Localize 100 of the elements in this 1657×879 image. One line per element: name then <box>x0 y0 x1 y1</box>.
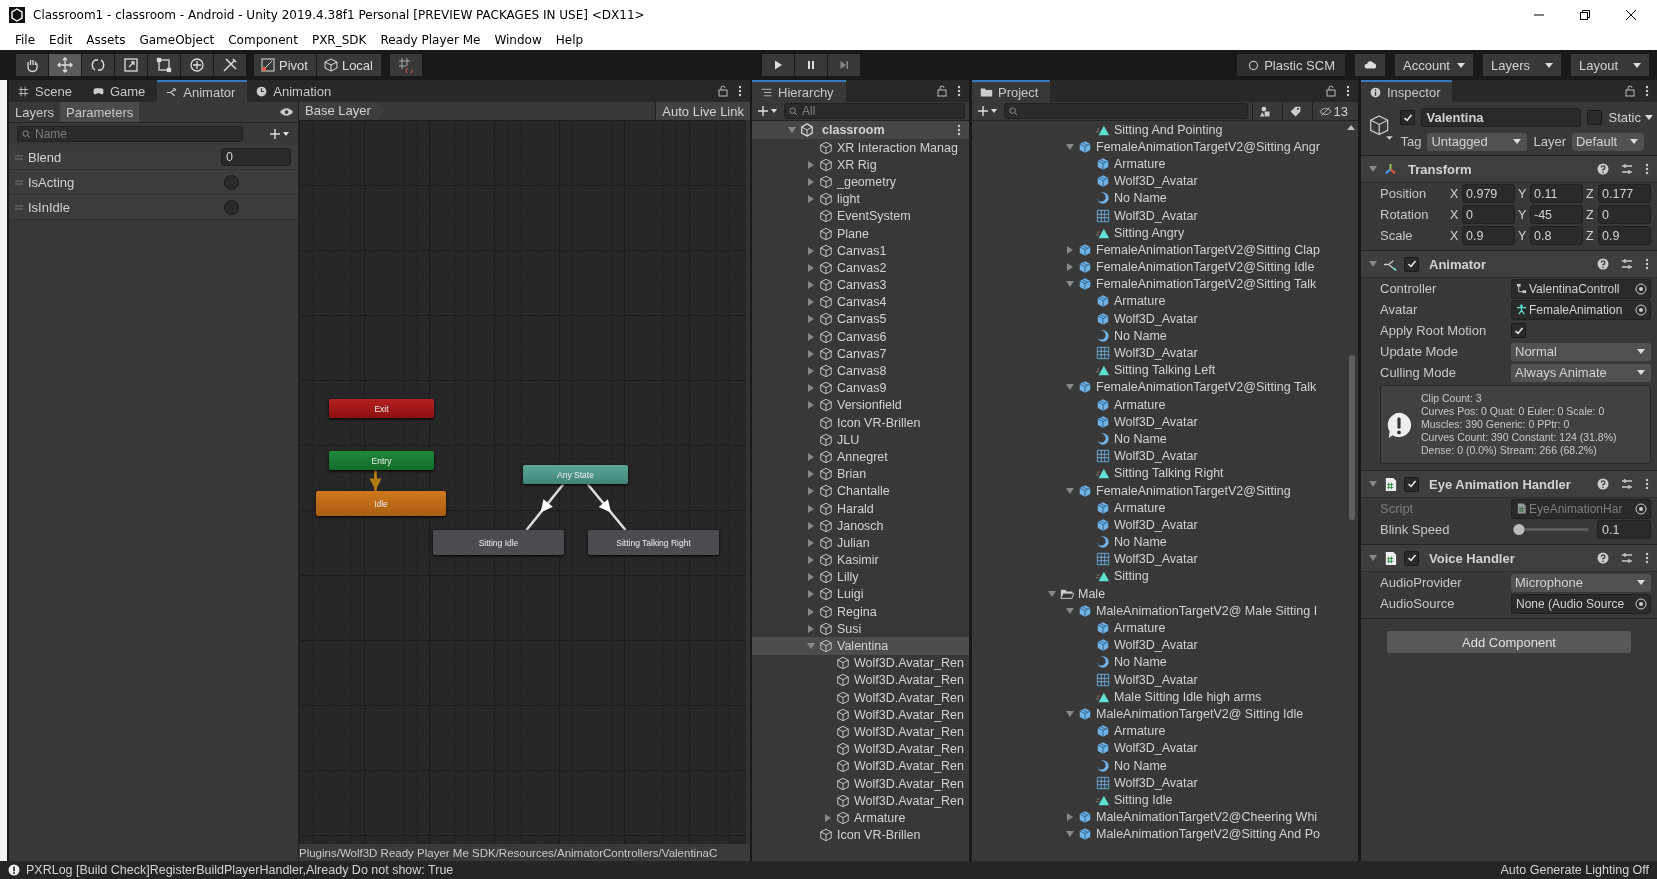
tool-button[interactable] <box>148 54 180 76</box>
object-name-field[interactable]: Valentina <box>1421 108 1582 127</box>
more-icon[interactable] <box>1645 163 1649 175</box>
panel-tab[interactable]: Scene <box>9 80 84 102</box>
presets-icon[interactable] <box>1621 552 1633 564</box>
project-item[interactable]: MaleAnimationTargetV2@Sitting And Po <box>972 825 1358 843</box>
expand-arrow-icon[interactable] <box>807 332 815 341</box>
project-item[interactable]: FemaleAnimationTargetV2@Sitting Clap <box>972 241 1358 259</box>
tag-dropdown[interactable]: Untagged <box>1427 132 1528 151</box>
create-button[interactable] <box>756 103 780 119</box>
hierarchy-item[interactable]: Annegret <box>752 448 969 466</box>
expand-arrow-icon[interactable] <box>807 367 815 376</box>
layout-dropdown[interactable]: Layout <box>1571 54 1649 76</box>
hierarchy-item[interactable]: Canvas6 <box>752 328 969 346</box>
hierarchy-item[interactable]: light <box>752 190 969 208</box>
project-item[interactable]: Sitting <box>972 567 1358 586</box>
dropdown[interactable]: Normal <box>1511 342 1651 361</box>
step-button[interactable] <box>828 54 860 76</box>
hierarchy-item[interactable]: JLU <box>752 431 969 449</box>
scroll-up-icon[interactable] <box>1347 125 1355 130</box>
project-item[interactable]: Wolf3D_Avatar <box>972 774 1358 792</box>
search-field[interactable]: Name <box>17 126 243 142</box>
presets-icon[interactable] <box>1621 478 1633 490</box>
expand-arrow-icon[interactable] <box>807 556 815 565</box>
add-component-button[interactable]: Add Component <box>1387 631 1631 653</box>
project-item[interactable]: FemaleAnimationTargetV2@Sitting Idle <box>972 258 1358 276</box>
tool-button[interactable] <box>181 54 213 76</box>
search-field[interactable] <box>1004 103 1248 119</box>
expand-arrow-icon[interactable] <box>807 538 815 547</box>
tool-button[interactable] <box>82 54 114 76</box>
menu-item[interactable]: File <box>8 33 43 47</box>
cube-icon[interactable] <box>1369 112 1395 142</box>
active-checkbox[interactable] <box>1400 110 1416 125</box>
hierarchy-item[interactable]: Canvas7 <box>752 345 969 363</box>
project-item[interactable]: MaleAnimationTargetV2@Cheering Whi <box>972 808 1358 826</box>
add-parameter-button[interactable] <box>268 126 292 142</box>
project-item[interactable]: Armature <box>972 292 1358 311</box>
subtab[interactable]: Parameters <box>60 102 140 122</box>
grid-snap-button[interactable] <box>390 54 422 76</box>
hierarchy-item[interactable]: Armature <box>752 809 969 827</box>
project-item[interactable]: Armature <box>972 155 1358 173</box>
expand-arrow-icon[interactable] <box>1066 383 1074 392</box>
menu-item[interactable]: Edit <box>42 33 80 47</box>
parameter-toggle[interactable] <box>224 199 239 215</box>
object-field[interactable]: FemaleAnimation <box>1511 299 1651 320</box>
state-node[interactable]: Entry <box>329 451 434 470</box>
expand-arrow-icon[interactable] <box>1066 263 1074 272</box>
expand-arrow-icon[interactable] <box>807 401 815 410</box>
expand-arrow-icon[interactable] <box>1066 142 1074 151</box>
more-icon[interactable] <box>957 124 961 136</box>
more-icon[interactable] <box>1645 258 1649 270</box>
lock-icon[interactable] <box>937 85 947 97</box>
project-item[interactable]: Wolf3D_Avatar <box>972 206 1358 225</box>
hierarchy-item[interactable]: Valentina <box>752 637 969 655</box>
project-item[interactable]: No Name <box>972 653 1358 671</box>
lock-icon[interactable] <box>1326 85 1336 97</box>
presets-icon[interactable] <box>1621 163 1633 175</box>
project-item[interactable]: MaleAnimationTargetV2@ Sitting Idle <box>972 705 1358 723</box>
parameter-value-field[interactable]: 0 <box>221 148 291 166</box>
more-icon[interactable] <box>1645 85 1649 97</box>
hierarchy-item[interactable]: XR Interaction Manag <box>752 139 969 157</box>
dropdown[interactable]: Always Animate <box>1511 363 1651 382</box>
panel-tab[interactable]: Inspector <box>1361 80 1453 102</box>
drag-handle-icon[interactable] <box>15 179 23 185</box>
layer-dropdown[interactable]: Default <box>1572 132 1644 151</box>
project-item[interactable]: No Name <box>972 327 1358 345</box>
panel-tab[interactable]: Hierarchy <box>752 80 846 102</box>
project-item[interactable]: Wolf3D_Avatar <box>972 310 1358 328</box>
expand-arrow-icon[interactable] <box>807 624 815 633</box>
project-item[interactable]: Wolf3D_Avatar <box>972 671 1358 689</box>
state-node[interactable]: Sitting Talking Right <box>588 530 719 555</box>
project-item[interactable]: FemaleAnimationTargetV2@Sitting Talk <box>972 378 1358 396</box>
hierarchy-item[interactable]: Canvas8 <box>752 362 969 380</box>
hidden-packages-button[interactable]: 13 <box>1311 102 1354 120</box>
project-item[interactable]: FemaleAnimationTargetV2@Sitting Talk <box>972 275 1358 293</box>
expand-arrow-icon[interactable] <box>807 487 815 496</box>
restore-icon[interactable] <box>1579 9 1591 21</box>
component-checkbox[interactable] <box>1404 256 1419 272</box>
number-field[interactable]: 0.1 <box>1597 520 1651 539</box>
plastic-scm-button[interactable]: Plastic SCM <box>1237 54 1345 76</box>
hierarchy-item[interactable]: Canvas2 <box>752 259 969 277</box>
hierarchy-item[interactable]: Versionfield <box>752 396 969 414</box>
object-picker-icon[interactable] <box>1635 303 1647 316</box>
close-icon[interactable] <box>1625 9 1637 21</box>
hierarchy-item[interactable]: Canvas5 <box>752 310 969 329</box>
static-checkbox[interactable] <box>1587 110 1603 125</box>
expand-arrow-icon[interactable] <box>807 504 815 513</box>
drag-handle-icon[interactable] <box>15 154 23 160</box>
subtab[interactable]: Layers <box>9 102 61 122</box>
expand-arrow-icon[interactable] <box>807 384 815 393</box>
hierarchy-item[interactable]: Wolf3D.Avatar_Ren <box>752 740 969 758</box>
menu-item[interactable]: PXR_SDK <box>304 33 374 47</box>
expand-arrow-icon[interactable] <box>1066 606 1074 615</box>
expand-arrow-icon[interactable] <box>824 813 832 822</box>
checkbox[interactable] <box>1511 323 1526 338</box>
more-icon[interactable] <box>738 85 742 97</box>
project-item[interactable]: Wolf3D_Avatar <box>972 636 1358 654</box>
slider-thumb[interactable] <box>1513 524 1525 535</box>
project-item[interactable]: Sitting Talking Left <box>972 361 1358 379</box>
hierarchy-item[interactable]: Lilly <box>752 568 969 586</box>
